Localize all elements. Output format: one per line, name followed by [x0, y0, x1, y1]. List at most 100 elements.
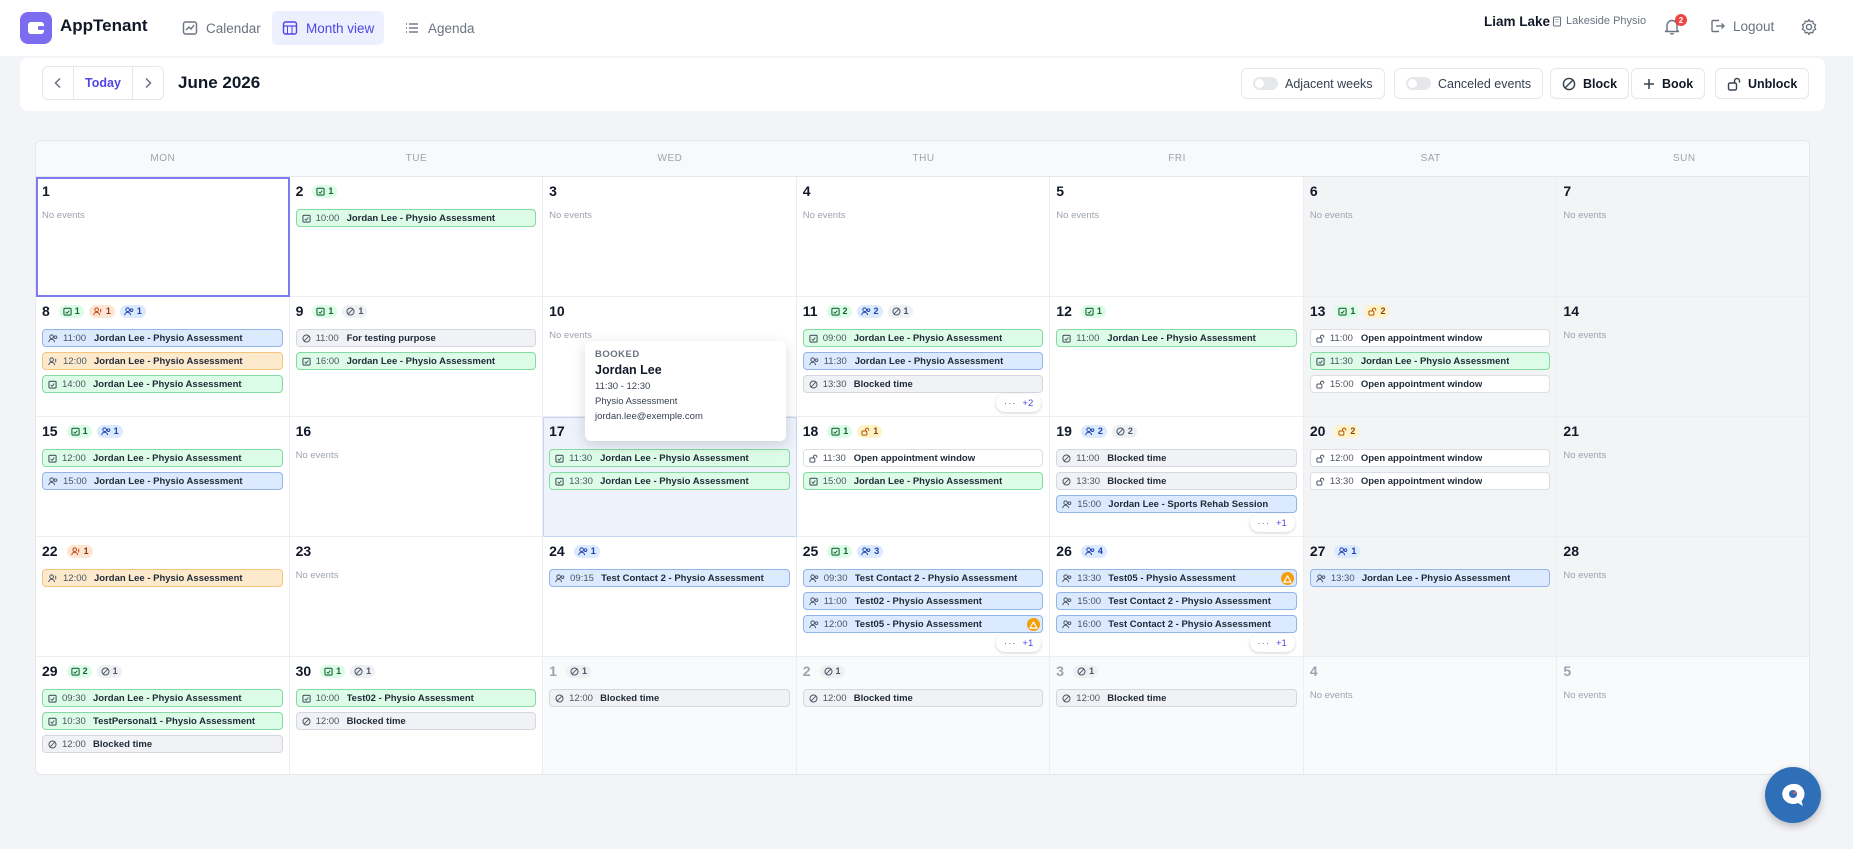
today-button[interactable]: Today: [73, 67, 133, 99]
unlock-icon: [809, 454, 818, 463]
event-booked[interactable]: 09:00 Jordan Lee - Physio Assessment: [802, 329, 1044, 347]
day-cell[interactable]: 4 No events: [1303, 657, 1558, 774]
event-contact[interactable]: 15:00 Jordan Lee - Sports Rehab Session: [1056, 495, 1297, 513]
event-open[interactable]: 15:00 Open appointment window: [1309, 375, 1551, 393]
popover-email[interactable]: jordan.lee@exemple.com: [595, 411, 776, 422]
day-cell[interactable]: 22 1 12:00 Jordan Lee - Physio Assessment: [36, 537, 290, 657]
event-open[interactable]: 12:00 Open appointment window: [1309, 449, 1551, 467]
day-cell[interactable]: 7 No events: [1557, 177, 1809, 297]
event-open[interactable]: 11:30 Open appointment window: [802, 449, 1044, 467]
event-booked[interactable]: 13:30 Jordan Lee - Physio Assessment: [549, 472, 790, 490]
day-cell[interactable]: 28 No events: [1557, 537, 1809, 657]
event-blocked[interactable]: 12:00 Blocked time: [295, 712, 537, 730]
event-booked[interactable]: 09:30 Jordan Lee - Physio Assessment: [42, 689, 283, 707]
day-cell[interactable]: 5 No events: [1050, 177, 1304, 297]
day-cell[interactable]: 23 No events: [289, 537, 544, 657]
event-contact[interactable]: 12:00 Test05 - Physio Assessment: [802, 615, 1044, 633]
day-cell[interactable]: 26 4 13:30 Test05 - Physio Assessment 15:00 T…: [1050, 537, 1304, 657]
day-cell[interactable]: 24 1 09:15 Test Contact 2 - Physio Assessme…: [543, 537, 797, 657]
nav-month-view[interactable]: Month view: [272, 11, 385, 45]
event-open[interactable]: 11:00 Open appointment window: [1309, 329, 1551, 347]
day-cell[interactable]: 19 2 2 11:00 Blocked time 13:30 Blocked time 15…: [1050, 417, 1304, 537]
event-blocked[interactable]: 13:30 Blocked time: [1056, 472, 1297, 490]
day-cell[interactable]: 18 1 1 11:30 Open appointment window 15:00 Jor…: [796, 417, 1051, 537]
day-cell[interactable]: 14 No events: [1557, 297, 1809, 417]
day-cell[interactable]: 1 No events: [36, 177, 290, 297]
event-contact[interactable]: 09:30 Test Contact 2 - Physio Assessment: [802, 569, 1044, 587]
event-booked[interactable]: 10:30 TestPersonal1 - Physio Assessment: [42, 712, 283, 730]
event-booked[interactable]: 11:00 Jordan Lee - Physio Assessment: [1056, 329, 1297, 347]
event-blocked[interactable]: 12:00 Blocked time: [42, 735, 283, 753]
more-events-button[interactable]: ··· +1: [1249, 634, 1295, 652]
event-pending[interactable]: 12:00 Jordan Lee - Physio Assessment: [42, 352, 283, 370]
day-cell[interactable]: 8 1 1 1 11:00 Jordan Lee - Physio Assessment 1…: [36, 297, 290, 417]
logout-button[interactable]: Logout: [1710, 18, 1774, 34]
day-cell[interactable]: 4 No events: [796, 177, 1051, 297]
event-blocked[interactable]: 12:00 Blocked time: [549, 689, 790, 707]
event-booked[interactable]: 11:30 Jordan Lee - Physio Assessment: [549, 449, 790, 467]
event-contact[interactable]: 11:00 Test02 - Physio Assessment: [802, 592, 1044, 610]
day-cell[interactable]: 3 No events: [543, 177, 797, 297]
event-booked[interactable]: 10:00 Jordan Lee - Physio Assessment: [295, 209, 537, 227]
day-cell[interactable]: 30 1 1 10:00 Test02 - Physio Assessment 12:00…: [289, 657, 544, 774]
day-cell[interactable]: 2 1 12:00 Blocked time: [796, 657, 1051, 774]
unblock-button[interactable]: Unblock: [1715, 68, 1810, 99]
event-contact[interactable]: 15:00 Test Contact 2 - Physio Assessment: [1056, 592, 1297, 610]
book-button[interactable]: Book: [1631, 68, 1706, 99]
event-contact[interactable]: 13:30 Test05 - Physio Assessment: [1056, 569, 1297, 587]
day-cell[interactable]: 15 1 1 12:00 Jordan Lee - Physio Assessment 1…: [36, 417, 290, 537]
event-pending[interactable]: 12:00 Jordan Lee - Physio Assessment: [42, 569, 283, 587]
event-blocked[interactable]: 12:00 Blocked time: [802, 689, 1044, 707]
day-cell[interactable]: 21 No events: [1557, 417, 1809, 537]
block-button[interactable]: Block: [1550, 68, 1630, 99]
event-booked[interactable]: 10:00 Test02 - Physio Assessment: [295, 689, 537, 707]
event-blocked[interactable]: 11:00 For testing purpose: [295, 329, 537, 347]
day-cell[interactable]: 20 2 12:00 Open appointment window 13:30 Open…: [1303, 417, 1558, 537]
event-time: 15:00: [1077, 595, 1102, 607]
day-cell[interactable]: 6 No events: [1303, 177, 1558, 297]
app-logo-icon[interactable]: [20, 12, 52, 44]
day-cell[interactable]: 25 1 3 09:30 Test Contact 2 - Physio Assessm…: [796, 537, 1051, 657]
logout-label: Logout: [1733, 18, 1775, 34]
user-name[interactable]: Liam Lake: [1484, 14, 1550, 29]
nav-calendar[interactable]: Calendar: [172, 11, 271, 45]
day-cell[interactable]: 13 1 2 11:00 Open appointment window 11:30 Jor…: [1303, 297, 1558, 417]
badge-count: 1: [835, 666, 841, 676]
nav-agenda[interactable]: Agenda: [394, 11, 485, 45]
day-cell[interactable]: 11 2 2 1 09:00 Jordan Lee - Physio Assessment…: [796, 297, 1051, 417]
day-cell[interactable]: 5 No events: [1557, 657, 1809, 774]
more-events-button[interactable]: ··· +2: [995, 394, 1042, 412]
event-open[interactable]: 13:30 Open appointment window: [1309, 472, 1551, 490]
event-contact[interactable]: 15:00 Jordan Lee - Physio Assessment: [42, 472, 283, 490]
adjacent-weeks-toggle[interactable]: Adjacent weeks: [1241, 68, 1385, 99]
day-cell[interactable]: 3 1 12:00 Blocked time: [1050, 657, 1304, 774]
day-cell[interactable]: 2 1 10:00 Jordan Lee - Physio Assessment: [289, 177, 544, 297]
event-booked[interactable]: 15:00 Jordan Lee - Physio Assessment: [802, 472, 1044, 490]
day-cell[interactable]: 16 No events: [289, 417, 544, 537]
gear-icon[interactable]: [1800, 18, 1818, 36]
event-blocked[interactable]: 11:00 Blocked time: [1056, 449, 1297, 467]
canceled-events-toggle[interactable]: Canceled events: [1394, 68, 1544, 99]
day-cell[interactable]: 27 1 13:30 Jordan Lee - Physio Assessment: [1303, 537, 1558, 657]
event-contact[interactable]: 13:30 Jordan Lee - Physio Assessment: [1309, 569, 1551, 587]
more-events-button[interactable]: ··· +1: [995, 634, 1042, 652]
previous-month-button[interactable]: [43, 67, 73, 99]
day-cell[interactable]: 9 1 1 11:00 For testing purpose 16:00 Jordan L…: [289, 297, 544, 417]
event-contact[interactable]: 16:00 Test Contact 2 - Physio Assessment: [1056, 615, 1297, 633]
tenant-switcher[interactable]: Lakeside Physio: [1552, 15, 1646, 27]
event-booked[interactable]: 14:00 Jordan Lee - Physio Assessment: [42, 375, 283, 393]
event-blocked[interactable]: 13:30 Blocked time: [802, 375, 1044, 393]
chat-button[interactable]: [1765, 767, 1821, 823]
day-cell[interactable]: 29 2 1 09:30 Jordan Lee - Physio Assessment 1…: [36, 657, 290, 774]
event-contact[interactable]: 11:00 Jordan Lee - Physio Assessment: [42, 329, 283, 347]
next-month-button[interactable]: [133, 67, 163, 99]
event-booked[interactable]: 11:30 Jordan Lee - Physio Assessment: [1309, 352, 1551, 370]
more-events-button[interactable]: ··· +1: [1249, 514, 1295, 532]
event-contact[interactable]: 11:30 Jordan Lee - Physio Assessment: [802, 352, 1044, 370]
event-contact[interactable]: 09:15 Test Contact 2 - Physio Assessment: [549, 569, 790, 587]
day-cell[interactable]: 12 1 11:00 Jordan Lee - Physio Assessment: [1050, 297, 1304, 417]
event-booked[interactable]: 12:00 Jordan Lee - Physio Assessment: [42, 449, 283, 467]
event-booked[interactable]: 16:00 Jordan Lee - Physio Assessment: [295, 352, 537, 370]
day-cell[interactable]: 1 1 12:00 Blocked time: [543, 657, 797, 774]
event-blocked[interactable]: 12:00 Blocked time: [1056, 689, 1297, 707]
